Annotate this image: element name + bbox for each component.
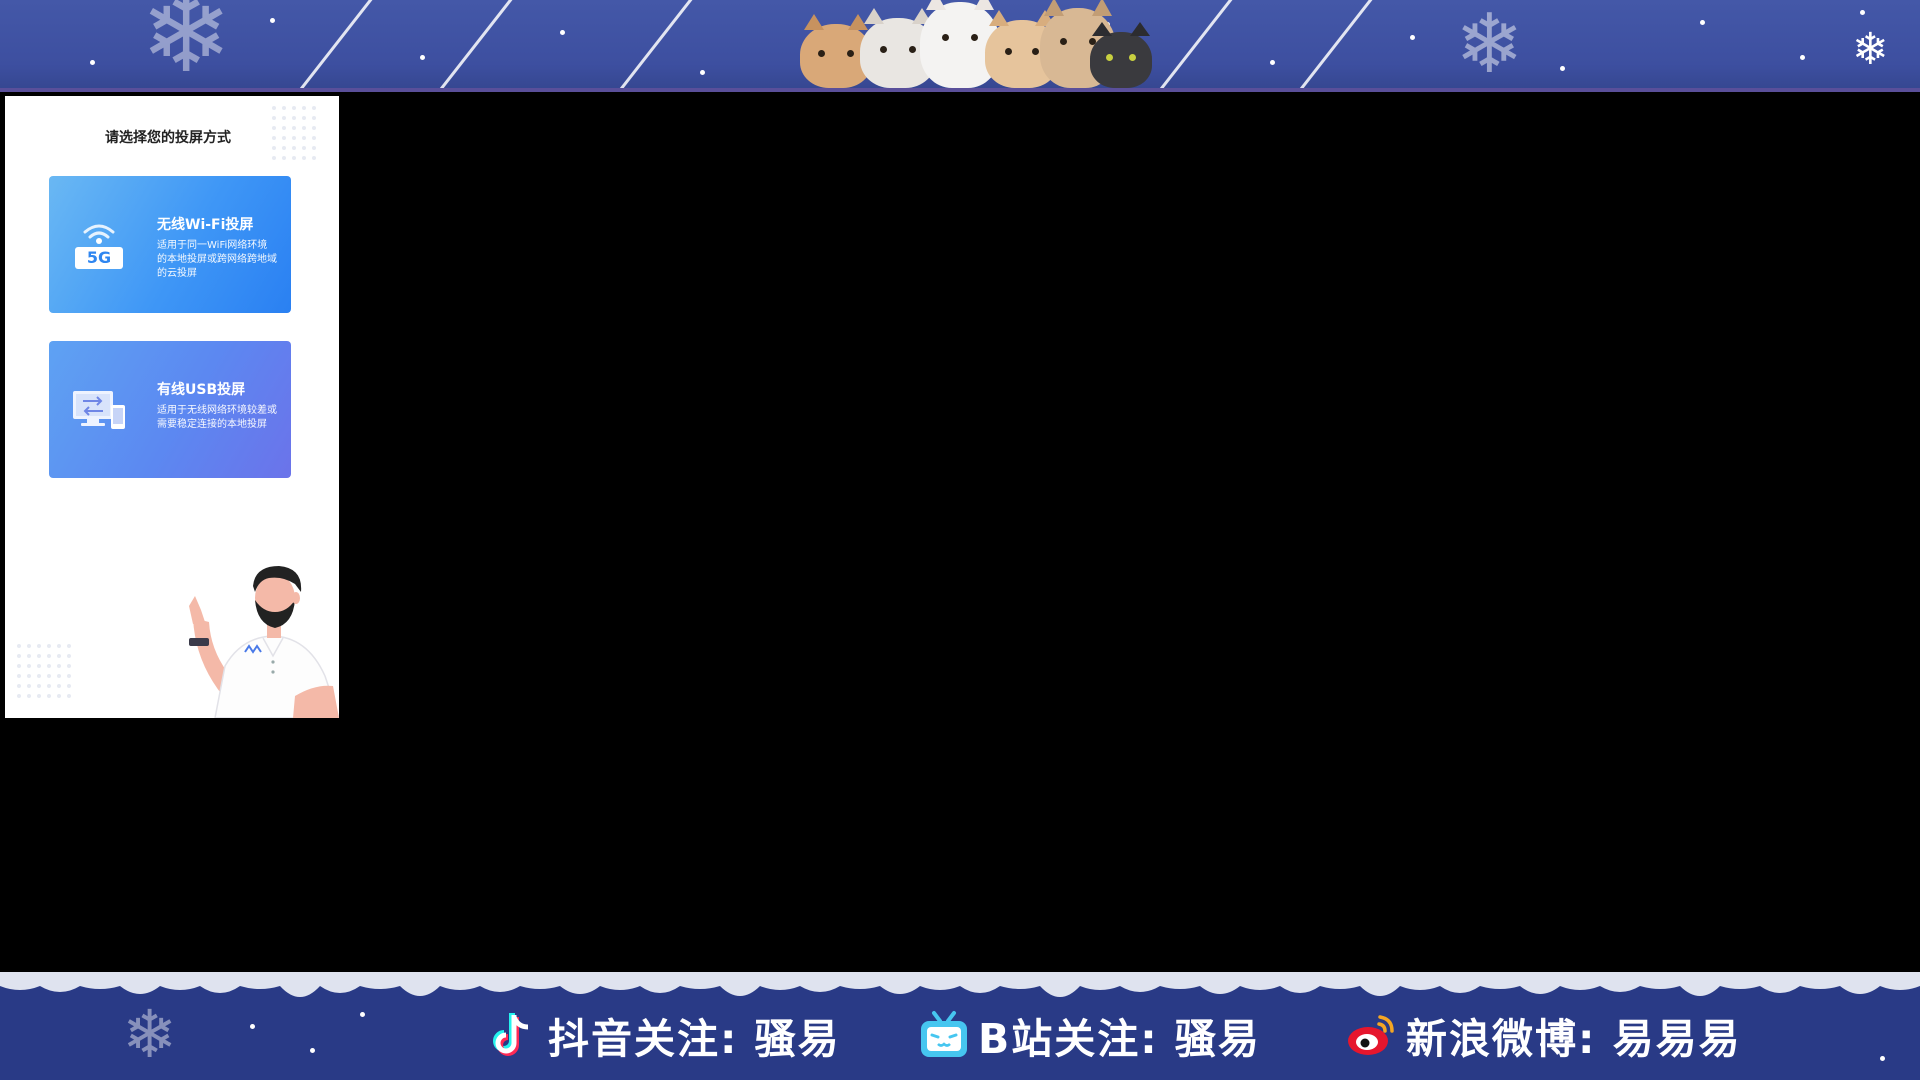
cats-illustration [790, 0, 1160, 90]
douyin-label: 抖音关注: 骚易 [548, 1015, 841, 1063]
bilibili-tv-icon [921, 1011, 967, 1057]
bottom-social-banner: ❄ 抖音关注: 骚易 B站关注: 骚易 新浪微博: 易易易 [0, 972, 1920, 1080]
weibo-label: 新浪微博: 易易易 [1406, 1015, 1742, 1063]
weibo-icon [1348, 1015, 1394, 1055]
usb-cast-card[interactable]: 有线USB投屏 适用于无线网络环境较差或需要稳定连接的本地投屏 [49, 341, 291, 478]
douyin-icon [493, 1013, 529, 1056]
bilibili-follow[interactable]: B站关注: 骚易 [918, 1008, 1261, 1063]
man-pointing-illustration [189, 566, 339, 718]
badge-5g: 5G [86, 248, 112, 267]
snowflake-icon: ❄ [122, 996, 178, 1073]
wifi-card-description: 适用于同一WiFi网络环境的本地投屏或跨网络跨地域的云投屏 [157, 240, 277, 279]
bilibili-label: B站关注: 骚易 [978, 1015, 1261, 1063]
snowflake-icon: ❄ [1455, 0, 1524, 92]
wifi-card-title: 无线Wi-Fi投屏 [157, 217, 254, 233]
weibo-follow[interactable]: 新浪微博: 易易易 [1346, 1008, 1742, 1063]
snowflake-icon: ❄ [140, 0, 233, 92]
usb-card-description: 适用于无线网络环境较差或需要稳定连接的本地投屏 [157, 405, 277, 430]
douyin-follow[interactable]: 抖音关注: 骚易 [488, 1008, 841, 1063]
cast-mode-panel: 请选择您的投屏方式 5G 无线Wi-Fi投屏 适用于同一WiFi网络环境的本地投… [5, 96, 339, 718]
top-banner: ❄ ❄ ❄ [0, 0, 1920, 92]
decor-dot-grid [17, 644, 71, 698]
usb-devices-icon [73, 391, 125, 429]
wifi-cast-card[interactable]: 5G 无线Wi-Fi投屏 适用于同一WiFi网络环境的本地投屏或跨网络跨地域的云… [49, 176, 291, 313]
usb-card-title: 有线USB投屏 [157, 382, 246, 398]
decor-dot-grid [272, 106, 316, 160]
snowflake-icon: ❄ [1852, 24, 1889, 75]
